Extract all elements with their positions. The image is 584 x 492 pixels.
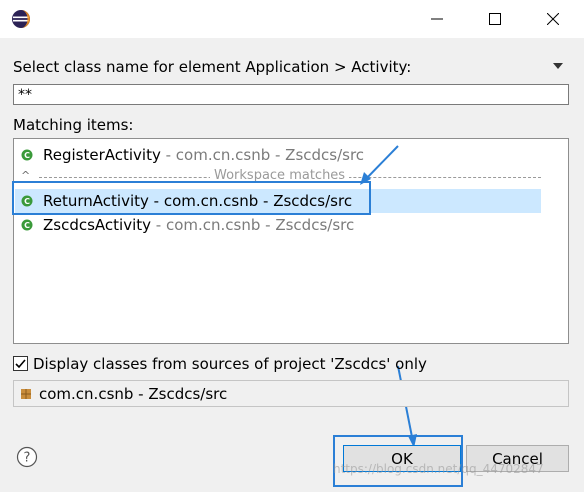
class-icon: C [21, 149, 33, 161]
close-icon [547, 13, 559, 25]
item-name: RegisterActivity [43, 146, 161, 164]
project-only-label: Display classes from sources of project … [33, 355, 427, 373]
item-qualifier: - com.cn.csnb - Zscdcs/src [160, 146, 365, 164]
minimize-icon [431, 18, 443, 20]
maximize-button[interactable] [466, 0, 524, 38]
help-icon[interactable]: ? [16, 446, 38, 468]
item-name: ZscdcsActivity [43, 216, 152, 234]
close-button[interactable] [524, 0, 582, 38]
svg-text:C: C [24, 221, 30, 230]
list-item-zscdcs-activity[interactable]: C ZscdcsActivity - com.cn.csnb - Zscdcs/… [15, 213, 541, 237]
class-icon: C [21, 219, 33, 231]
minimize-button[interactable] [408, 0, 466, 38]
package-value: com.cn.csnb - Zscdcs/src [39, 385, 228, 403]
eclipse-icon [12, 10, 30, 28]
view-menu-icon[interactable] [553, 63, 563, 69]
maximize-icon [489, 13, 501, 25]
title-bar [0, 0, 584, 38]
svg-text:?: ? [24, 451, 31, 466]
filter-input[interactable] [13, 84, 569, 105]
watermark: https://blog.csdn.net/qq_44702847 [333, 462, 544, 476]
project-only-checkbox[interactable] [13, 356, 28, 371]
list-item-register-activity[interactable]: C RegisterActivity - com.cn.csnb - Zscdc… [15, 143, 541, 167]
checkmark-icon [15, 359, 26, 369]
package-icon [21, 389, 31, 399]
matching-items-list[interactable]: C RegisterActivity - com.cn.csnb - Zscdc… [13, 138, 569, 344]
matching-items-label: Matching items: [13, 116, 134, 134]
highlight-box-selected-item [12, 181, 371, 215]
package-field: com.cn.csnb - Zscdcs/src [13, 380, 569, 407]
item-qualifier: - com.cn.csnb - Zscdcs/src [151, 216, 355, 234]
prompt-label: Select class name for element Applicatio… [13, 58, 412, 76]
svg-text:C: C [24, 151, 30, 160]
